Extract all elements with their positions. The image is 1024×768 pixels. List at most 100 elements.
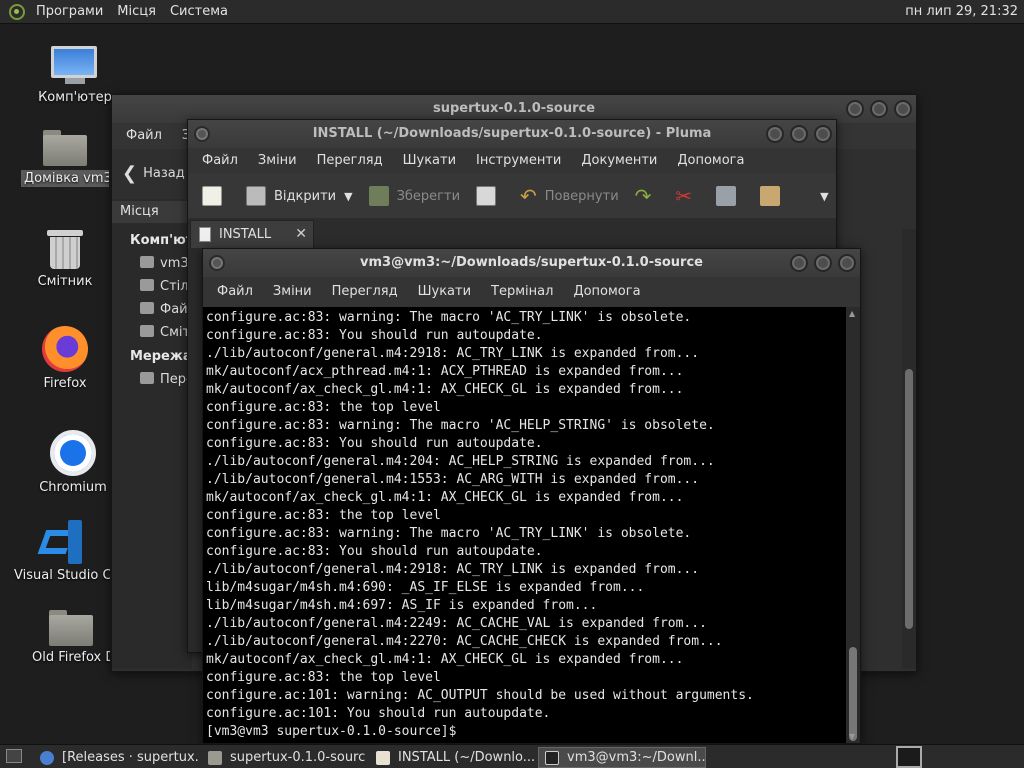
menu-edit[interactable]: Зміни: [263, 279, 322, 305]
menu-help[interactable]: Допомога: [563, 279, 650, 305]
terminal-line: configure.ac:83: You should run autoupda…: [206, 436, 543, 451]
menu-documents[interactable]: Документи: [571, 148, 667, 174]
scroll-up-icon[interactable]: ▲: [849, 309, 855, 318]
file-manager-scrollbar[interactable]: [902, 229, 916, 669]
taskbar-item-file-manager[interactable]: supertux-0.1.0-source: [202, 747, 366, 768]
minimize-button[interactable]: [766, 125, 784, 143]
desktop-icon-firefox[interactable]: Firefox: [20, 326, 110, 391]
mate-logo-icon[interactable]: [9, 3, 25, 20]
terminal-line: configure.ac:83: the top level: [206, 400, 441, 415]
taskbar-item-browser[interactable]: [Releases · supertux...: [34, 747, 198, 768]
firefox-icon: [42, 326, 88, 372]
terminal-scrollbar[interactable]: ▲ ▼: [846, 307, 860, 743]
menu-help[interactable]: Допомога: [667, 148, 754, 174]
desktop-icon-label: Смітник: [37, 274, 93, 289]
paste-button[interactable]: [754, 180, 794, 212]
redo-button[interactable]: ↷: [629, 180, 666, 212]
terminal-line: ./lib/autoconf/general.m4:2249: AC_CACHE…: [206, 616, 707, 631]
toolbar-overflow-button[interactable]: ▼: [820, 190, 828, 203]
terminal-line: ./lib/autoconf/general.m4:204: AC_HELP_S…: [206, 454, 715, 469]
document-tabs: INSTALL ✕: [188, 218, 836, 248]
desktop-icon-label: Firefox: [43, 376, 87, 391]
pluma-titlebar[interactable]: INSTALL (~/Downloads/supertux-0.1.0-sour…: [188, 120, 836, 148]
minimize-button[interactable]: [790, 254, 808, 272]
tab-install[interactable]: INSTALL ✕: [190, 220, 314, 248]
print-button[interactable]: [470, 180, 510, 212]
terminal-line: lib/m4sugar/m4sh.m4:690: _AS_IF_ELSE is …: [206, 580, 645, 595]
menu-applications[interactable]: Програми: [29, 0, 110, 24]
text-editor-icon: [376, 750, 390, 765]
close-button[interactable]: [838, 254, 856, 272]
terminal-line: ./lib/autoconf/general.m4:2270: AC_CACHE…: [206, 634, 723, 649]
copy-button[interactable]: [710, 180, 750, 212]
drive-icon: [140, 302, 154, 314]
terminal-line: ./lib/autoconf/general.m4:2918: AC_TRY_L…: [206, 562, 700, 577]
menu-view[interactable]: Перегляд: [307, 148, 393, 174]
close-button[interactable]: [814, 125, 832, 143]
maximize-button[interactable]: [814, 254, 832, 272]
menu-system[interactable]: Система: [163, 0, 235, 24]
close-button[interactable]: [894, 100, 912, 118]
undo-icon: ↶: [520, 184, 537, 208]
places-dropdown[interactable]: Місця: [112, 201, 192, 223]
terminal-line: configure.ac:83: You should run autoupda…: [206, 328, 543, 343]
menu-file[interactable]: Файл: [207, 279, 263, 305]
desktop-icon-vscode[interactable]: Visual Studio Code: [14, 520, 110, 583]
minimize-button[interactable]: [846, 100, 864, 118]
close-tab-icon[interactable]: ✕: [295, 226, 307, 242]
maximize-button[interactable]: [790, 125, 808, 143]
menu-edit[interactable]: Зміни: [248, 148, 307, 174]
menu-file[interactable]: Файл: [192, 148, 248, 174]
sidebar-heading-network: Мережа: [130, 349, 192, 364]
terminal-icon: [545, 750, 559, 765]
print-icon: [476, 186, 497, 206]
pluma-menubar: Файл Зміни Перегляд Шукати Інструменти Д…: [188, 148, 836, 174]
desktop-icon-old-firefox-data[interactable]: Old Firefox Data: [32, 610, 110, 665]
taskbar-item-terminal[interactable]: vm3@vm3:~/Downl...: [538, 747, 706, 768]
undo-button[interactable]: ↶ Повернути: [514, 180, 625, 212]
terminal-line: configure.ac:83: the top level: [206, 508, 441, 523]
save-button[interactable]: Зберегти: [363, 180, 466, 212]
menu-file[interactable]: Файл: [116, 123, 172, 149]
show-desktop-button[interactable]: [6, 749, 22, 763]
menu-search[interactable]: Шукати: [393, 148, 466, 174]
terminal-titlebar[interactable]: vm3@vm3:~/Downloads/supertux-0.1.0-sourc…: [203, 249, 860, 277]
home-icon: [140, 256, 154, 268]
chromium-icon: [50, 430, 96, 476]
taskbar-item-pluma[interactable]: INSTALL (~/Downlo...: [370, 747, 534, 768]
scrollbar-thumb[interactable]: [905, 369, 913, 629]
menu-search[interactable]: Шукати: [408, 279, 481, 305]
menu-terminal[interactable]: Термінал: [481, 279, 563, 305]
menu-tools[interactable]: Інструменти: [466, 148, 571, 174]
folder-icon: [208, 750, 222, 765]
open-recent-dropdown[interactable]: ▼: [344, 190, 352, 203]
desktop-icon-home[interactable]: Домівка vm3: [20, 130, 110, 191]
workspace-switcher[interactable]: [896, 746, 922, 768]
terminal-output[interactable]: configure.ac:83: warning: The macro 'AC_…: [203, 307, 846, 743]
terminal-line: configure.ac:83: warning: The macro 'AC_…: [206, 418, 715, 433]
desktop-icon-trash[interactable]: Смітник: [20, 230, 110, 289]
menu-places[interactable]: Місця: [110, 0, 163, 24]
terminal-line: configure.ac:83: warning: The macro 'AC_…: [206, 310, 692, 325]
window-title: INSTALL (~/Downloads/supertux-0.1.0-sour…: [312, 126, 712, 141]
cut-icon: ✂: [675, 184, 693, 208]
pluma-toolbar: Відкрити ▼ Зберегти ↶ Повернути ↷ ✂ ▼: [188, 174, 836, 218]
terminal-line: mk/autoconf/acx_pthread.m4:1: ACX_PTHREA…: [206, 364, 684, 379]
new-document-button[interactable]: [196, 180, 236, 212]
terminal-window[interactable]: vm3@vm3:~/Downloads/supertux-0.1.0-sourc…: [202, 248, 861, 744]
terminal-line: configure.ac:101: warning: AC_OUTPUT sho…: [206, 688, 754, 703]
bottom-taskbar: [Releases · supertux... supertux-0.1.0-s…: [0, 744, 1024, 768]
back-button[interactable]: ❮ Назад: [122, 163, 185, 184]
desktop-icon: [140, 279, 154, 291]
open-button[interactable]: Відкрити: [240, 180, 342, 212]
scrollbar-thumb[interactable]: [849, 647, 857, 741]
vscode-icon: [37, 520, 84, 564]
clock[interactable]: пн лип 29, 21:32: [905, 0, 1018, 24]
terminal-line: [vm3@vm3 supertux-0.1.0-source]$: [206, 724, 465, 739]
scroll-down-icon[interactable]: ▼: [849, 732, 855, 741]
maximize-button[interactable]: [870, 100, 888, 118]
menu-view[interactable]: Перегляд: [322, 279, 408, 305]
cut-button[interactable]: ✂: [669, 180, 706, 212]
terminal-line: mk/autoconf/ax_check_gl.m4:1: AX_CHECK_G…: [206, 652, 684, 667]
trash-icon: [140, 325, 154, 337]
